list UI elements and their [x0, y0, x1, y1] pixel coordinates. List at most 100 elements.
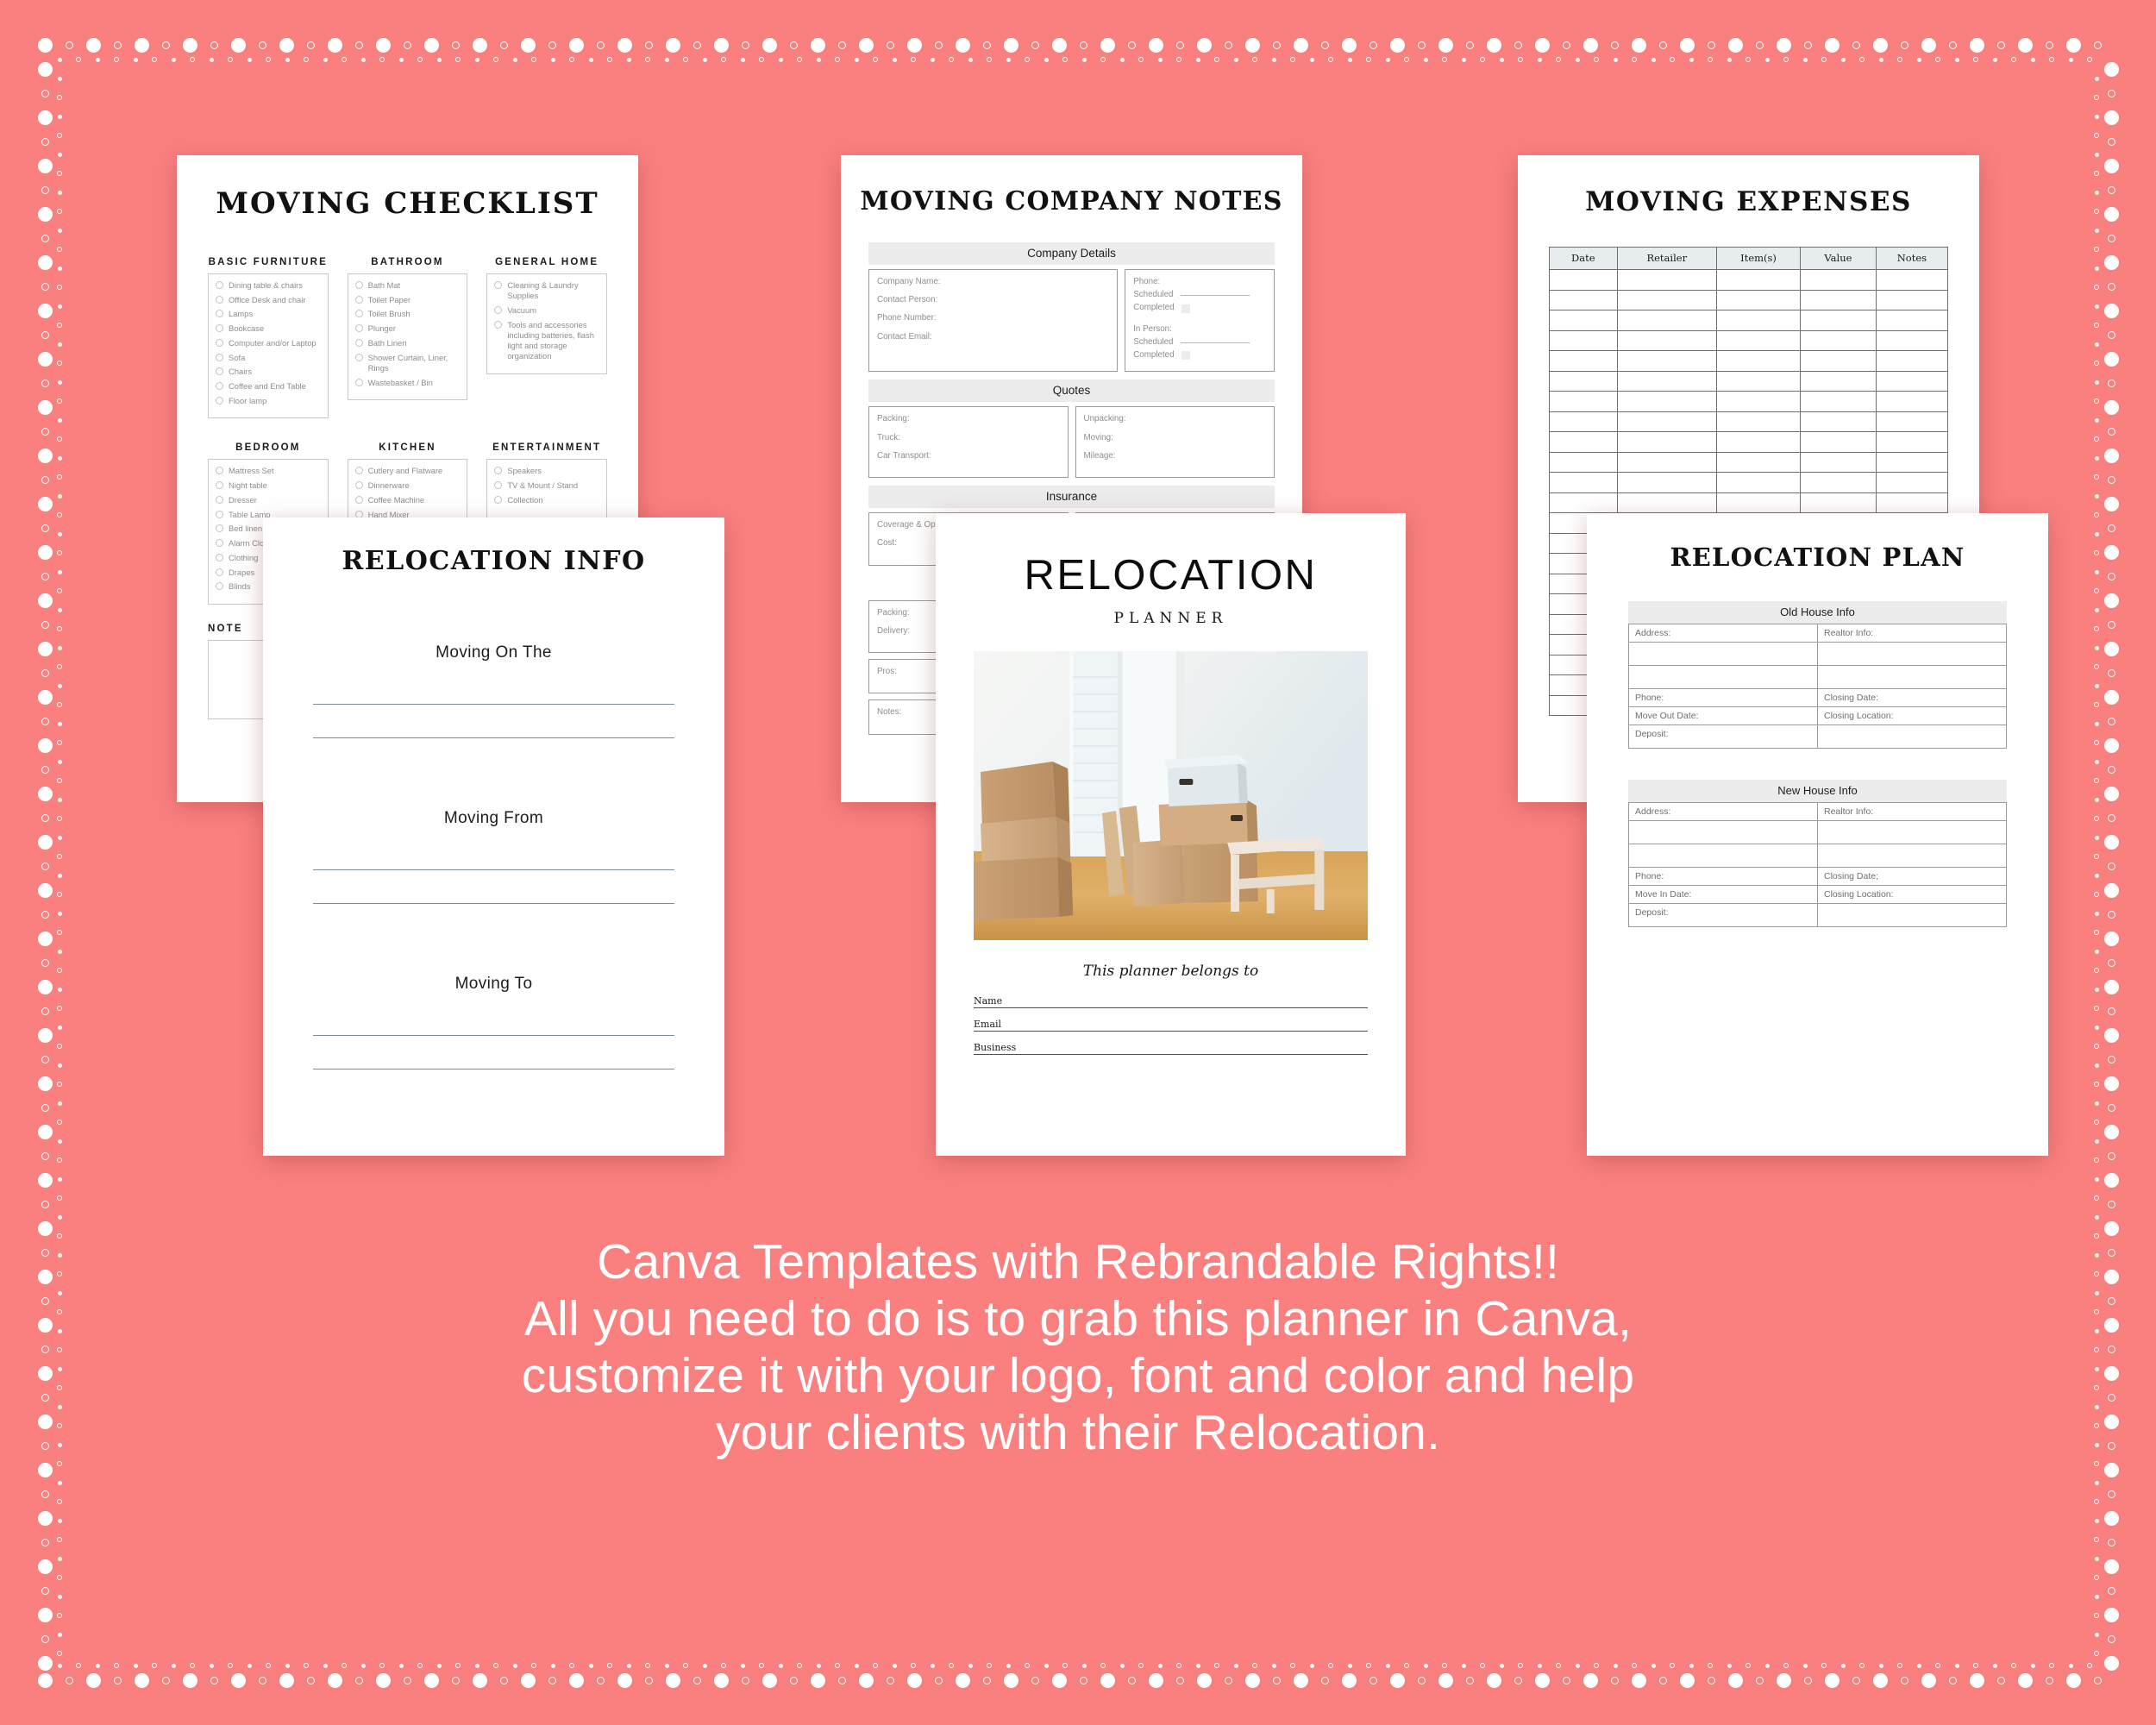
new-house-table[interactable]: Address: Realtor Info: Phone: Closing Date;… [1628, 802, 2007, 927]
checkbox-circle-icon[interactable] [216, 338, 223, 347]
table-cell[interactable] [1800, 350, 1877, 372]
table-row[interactable] [1549, 451, 1949, 473]
company-details-right[interactable]: Phone: Scheduled Completed In Person: Sc… [1125, 269, 1275, 373]
checklist-item[interactable]: Office Desk and chair [216, 295, 321, 305]
page-relocation-plan[interactable]: RELOCATION PLAN Old House Info Address: R… [1587, 513, 2048, 1156]
table-cell[interactable] [1549, 451, 1618, 473]
checkbox-circle-icon[interactable] [354, 495, 363, 504]
table-cell[interactable] [1716, 472, 1802, 493]
table-cell[interactable] [1549, 431, 1618, 453]
table-cell[interactable] [1716, 431, 1802, 453]
checkbox-circle-icon[interactable] [216, 295, 223, 304]
checkbox-circle-icon[interactable] [494, 281, 503, 289]
table-cell[interactable] [1800, 451, 1877, 473]
field-closing-location[interactable]: Closing Location: [1817, 885, 2007, 904]
table-cell[interactable] [1616, 350, 1718, 372]
table-row[interactable]: Address: Realtor Info: [1628, 802, 2007, 821]
table-cell[interactable] [1616, 492, 1718, 513]
checkbox-circle-icon[interactable] [216, 481, 223, 490]
table-row[interactable]: Deposit: [1628, 903, 2007, 927]
checklist-item[interactable]: Bookcase [216, 323, 321, 334]
checklist-item[interactable]: Speakers [494, 466, 599, 476]
table-cell[interactable] [1875, 451, 1949, 473]
table-cell[interactable] [1800, 370, 1877, 392]
table-cell[interactable] [1549, 472, 1618, 493]
completed-checkbox[interactable] [1181, 304, 1190, 313]
table-row[interactable] [1628, 642, 2007, 666]
completed-checkbox[interactable] [1181, 351, 1190, 361]
table-cell[interactable] [1716, 391, 1802, 412]
table-row[interactable] [1549, 289, 1949, 310]
write-line[interactable] [313, 869, 674, 870]
field-address[interactable]: Address: [1628, 624, 1818, 643]
checklist-item[interactable]: Toilet Brush [354, 309, 461, 319]
table-cell[interactable] [1800, 431, 1877, 453]
table-cell[interactable] [1549, 329, 1618, 351]
table-cell[interactable] [1549, 411, 1618, 432]
field-name[interactable]: Name [974, 995, 1368, 1008]
table-cell[interactable] [1716, 269, 1802, 291]
checklist-item[interactable]: Collection [494, 495, 599, 505]
table-cell[interactable] [1549, 289, 1618, 310]
checkbox-circle-icon[interactable] [354, 295, 363, 304]
checkbox-circle-icon[interactable] [216, 382, 223, 391]
table-cell[interactable] [1800, 492, 1877, 513]
table-cell[interactable] [1616, 289, 1718, 310]
table-row[interactable] [1549, 310, 1949, 331]
table-row[interactable]: Phone: Closing Date: [1628, 688, 2007, 707]
table-cell[interactable] [1800, 472, 1877, 493]
checkbox-circle-icon[interactable] [216, 553, 223, 561]
checklist-item[interactable]: Lamps [216, 309, 321, 319]
table-cell[interactable] [1616, 451, 1718, 473]
table-cell[interactable] [1716, 492, 1802, 513]
table-cell[interactable] [1817, 820, 2007, 844]
field-closing-date[interactable]: Closing Date; [1817, 867, 2007, 886]
table-row[interactable]: Deposit: [1628, 724, 2007, 749]
checkbox-circle-icon[interactable] [216, 510, 223, 518]
checkbox-circle-icon[interactable] [216, 281, 223, 289]
checkbox-circle-icon[interactable] [494, 305, 503, 314]
table-cell[interactable] [1875, 472, 1949, 493]
checklist-item[interactable]: TV & Mount / Stand [494, 480, 599, 491]
field-phone[interactable]: Phone: [1628, 867, 1818, 886]
checklist-item[interactable]: Coffee and End Table [216, 381, 321, 392]
table-row[interactable] [1628, 820, 2007, 844]
table-cell[interactable] [1800, 329, 1877, 351]
field-business[interactable]: Business [974, 1042, 1368, 1055]
table-cell[interactable] [1875, 329, 1949, 351]
table-cell[interactable] [1875, 492, 1949, 513]
checkbox-circle-icon[interactable] [354, 324, 363, 333]
checklist-item[interactable]: Vacuum [494, 305, 599, 316]
table-cell[interactable] [1716, 451, 1802, 473]
table-cell[interactable] [1616, 310, 1718, 331]
table-row[interactable] [1549, 411, 1949, 432]
field-move-out-date[interactable]: Move Out Date: [1628, 706, 1818, 725]
field-closing-location[interactable]: Closing Location: [1817, 706, 2007, 725]
table-cell[interactable] [1716, 310, 1802, 331]
table-row[interactable] [1549, 350, 1949, 372]
write-line[interactable] [313, 903, 674, 904]
checklist-item[interactable]: Mattress Set [216, 466, 321, 476]
checkbox-circle-icon[interactable] [354, 467, 363, 475]
checkbox-circle-icon[interactable] [216, 310, 223, 318]
checklist-item[interactable]: Sofa [216, 353, 321, 363]
field-realtor-info[interactable]: Realtor Info: [1817, 624, 2007, 643]
table-cell[interactable] [1628, 665, 1818, 689]
checkbox-circle-icon[interactable] [494, 467, 503, 475]
table-cell[interactable] [1875, 431, 1949, 453]
table-cell[interactable] [1875, 391, 1949, 412]
table-cell[interactable] [1716, 289, 1802, 310]
write-line[interactable] [313, 737, 674, 738]
checklist-item[interactable]: Shower Curtain, Liner, Rings [354, 353, 461, 373]
table-cell[interactable] [1800, 289, 1877, 310]
checkbox-circle-icon[interactable] [216, 524, 223, 533]
table-cell[interactable] [1716, 370, 1802, 392]
table-row[interactable]: Move Out Date: Closing Location: [1628, 706, 2007, 725]
checklist-item[interactable]: Wastebasket / Bin [354, 378, 461, 388]
company-details-left[interactable]: Company Name: Contact Person: Phone Numb… [868, 269, 1119, 373]
quotes-left[interactable]: Packing: Truck: Car Transport: [868, 406, 1069, 479]
page-relocation-info[interactable]: RELOCATION INFO Moving On The Moving Fro… [263, 518, 724, 1156]
checklist-item[interactable]: Dinnerware [354, 480, 461, 491]
field-move-in-date[interactable]: Move In Date: [1628, 885, 1818, 904]
table-row[interactable] [1549, 391, 1949, 412]
